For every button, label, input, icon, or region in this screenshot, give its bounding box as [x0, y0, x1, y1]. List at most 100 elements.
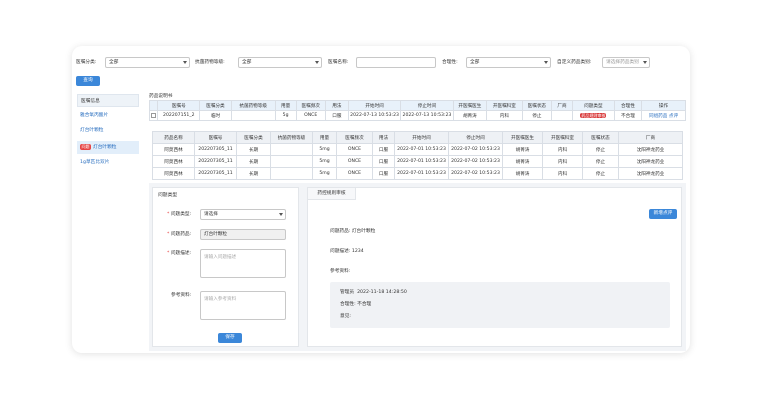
same-group-link[interactable]: 同组药品 [649, 114, 667, 119]
problem-type-tag: 药品规则审核 [580, 112, 607, 118]
reference-textarea[interactable]: 请输入参考资料 [200, 291, 286, 320]
col-header: 停止时间 [448, 131, 503, 144]
comment-reasonable-value: 不合理 [357, 302, 372, 307]
cell: 2022-07-02 10:53:23 [448, 155, 503, 168]
cell [551, 110, 573, 121]
main-card: 医嘱分类: 全部 抗菌药物等级: 全部 医嘱名称: 合理性: 全部 自定义药品类… [72, 46, 690, 353]
table-row[interactable]: 阿莫西林 202207305_11 长期 5mg ONCE 口服 2022-07… [152, 155, 683, 168]
cell: 5g [274, 110, 297, 121]
problem-form-panel: 问题类型 * 问题类型: 请选择 * 问题药品: 灯台叶颗粒 * 问题描述: 请… [152, 187, 299, 347]
cell: 不合理 [613, 110, 643, 121]
cell [270, 155, 313, 168]
comment-box: 管理员 2022-11-18 14:28:50 合理性: 不合理 意见: [330, 282, 670, 328]
order-table-header: 医嘱号 医嘱分类 抗菌药物等级 用量 医嘱频次 用法 开始时间 停止时间 开医嘱… [148, 100, 686, 111]
cell: 口服 [372, 167, 395, 180]
review-desc-label: 问题描述: [330, 249, 351, 254]
cell: 停止 [582, 155, 619, 168]
antibiotic-label: 抗菌药物等级: [195, 60, 225, 65]
chevron-down-icon [279, 213, 283, 216]
comment-link[interactable]: 点评 [669, 114, 678, 119]
save-button[interactable]: 保存 [218, 333, 242, 343]
category-select[interactable]: 全部 [105, 57, 190, 68]
col-header: 操作 [641, 100, 686, 111]
cell: 202207305_11 [194, 143, 237, 156]
cell: ONCE [336, 167, 373, 180]
col-header: 医嘱状态 [582, 131, 619, 144]
col-header: 医嘱分类 [236, 131, 271, 144]
sidebar-item-2[interactable]: 灯台叶颗粒 [77, 124, 139, 137]
cell: 内科 [542, 155, 583, 168]
col-header: 医嘱频次 [295, 100, 326, 111]
problem-desc-textarea[interactable]: 请输入问题描述 [200, 249, 286, 278]
comment-reasonable: 合理性: 不合理 [340, 301, 371, 307]
chevron-down-icon [183, 61, 187, 64]
sidebar-item-4[interactable]: 1g草匹比双片 [77, 156, 139, 169]
table-row[interactable]: 阿莫西林 202207305_11 长期 5mg ONCE 口服 2022-07… [152, 143, 683, 156]
sidebar-item-3[interactable]: 问题 灯台叶颗粒 [77, 141, 139, 154]
chevron-down-icon [544, 61, 548, 64]
cell: 口服 [372, 143, 395, 156]
problem-badge: 问题 [80, 143, 91, 150]
cell: 长期 [236, 155, 271, 168]
review-drug-value: 灯台叶颗粒 [351, 229, 376, 234]
comment-header: 管理员 2022-11-18 14:28:50 [340, 289, 407, 295]
add-comment-button[interactable]: 新增点评 [649, 209, 677, 219]
query-button[interactable]: 查询 [76, 76, 100, 86]
custom-category-select[interactable]: 请选择药品类别 [602, 57, 650, 68]
problem-form-title: 问题类型 [158, 193, 178, 198]
col-header: 用法 [372, 131, 395, 144]
antibiotic-select[interactable]: 全部 [238, 57, 322, 68]
custom-category-label: 自定义药品类别: [557, 60, 592, 65]
cell: 5mg [312, 167, 337, 180]
cell: 胡菁涛 [502, 155, 543, 168]
cell: 阿莫西林 [152, 155, 195, 168]
cell: 2022-07-01 10:53:23 [394, 143, 449, 156]
cell: 临时 [199, 110, 232, 121]
problem-drug-label-text: 问题药品: [170, 232, 192, 237]
comment-opinion: 意见: [340, 314, 351, 319]
table-row[interactable]: 202207151_2 临时 5g ONCE 口服 2022-07-13 10:… [148, 110, 686, 121]
col-header: 抗菌药物等级 [230, 100, 276, 111]
name-input[interactable] [356, 57, 436, 68]
cell: 沈阳神龙药业 [618, 155, 683, 168]
row-checkbox[interactable] [151, 112, 157, 118]
table-row[interactable]: 阿莫西林 202207305_11 长期 5mg ONCE 口服 2022-07… [152, 167, 683, 180]
cell: 长期 [236, 143, 271, 156]
order-table: 医嘱号 医嘱分类 抗菌药物等级 用量 医嘱频次 用法 开始时间 停止时间 开医嘱… [148, 100, 686, 121]
col-header: 医嘱状态 [521, 100, 553, 111]
name-label: 医嘱名称: [328, 60, 349, 65]
review-desc: 问题描述: 1234 [330, 248, 364, 254]
cell [270, 143, 313, 156]
row-checkbox-cell[interactable] [148, 110, 159, 121]
cell: ONCE [295, 110, 326, 121]
col-header: 厂商 [551, 100, 573, 111]
col-header: 停止时间 [400, 100, 454, 111]
sidebar-item-label: 雅合氧丙酸片 [80, 113, 109, 118]
cell: 停止 [521, 110, 553, 121]
cell: 内科 [542, 143, 583, 156]
problem-drug-label: * 问题药品: [167, 231, 191, 237]
cell: 停止 [582, 143, 619, 156]
sidebar-item-1[interactable]: 雅合氧丙酸片 [77, 109, 139, 122]
category-select-value: 全部 [109, 60, 119, 65]
review-ref: 参考资料: [330, 269, 351, 274]
order-sidebar: 医嘱信息 雅合氧丙酸片 灯台叶颗粒 问题 灯台叶颗粒 1g草匹比双片 [77, 94, 139, 350]
cell: 胡菁涛 [502, 143, 543, 156]
col-header: 医嘱分类 [199, 100, 232, 111]
problem-type-select[interactable]: 请选择 [200, 209, 286, 220]
problem-type-label-text: 问题类型: [170, 212, 192, 217]
review-desc-value: 1234 [351, 249, 364, 254]
col-header: 用法 [324, 100, 349, 111]
comment-time: 2022-11-18 14:28:50 [357, 290, 407, 295]
cell: 胡菁涛 [502, 167, 543, 180]
cell: 内科 [542, 167, 583, 180]
col-header: 用量 [274, 100, 297, 111]
cell: 5mg [312, 155, 337, 168]
review-tab[interactable]: 药控规则审核 [308, 188, 356, 200]
cell: 2022-07-13 10:53:23 [400, 110, 454, 121]
review-panel: 药控规则审核 新增点评 问题药品: 灯台叶颗粒 问题描述: 1234 参考资料:… [307, 187, 682, 347]
col-header: 医嘱号 [157, 100, 201, 111]
reasonable-select[interactable]: 全部 [466, 57, 551, 68]
chevron-down-icon [315, 61, 319, 64]
cell: 停止 [582, 167, 619, 180]
